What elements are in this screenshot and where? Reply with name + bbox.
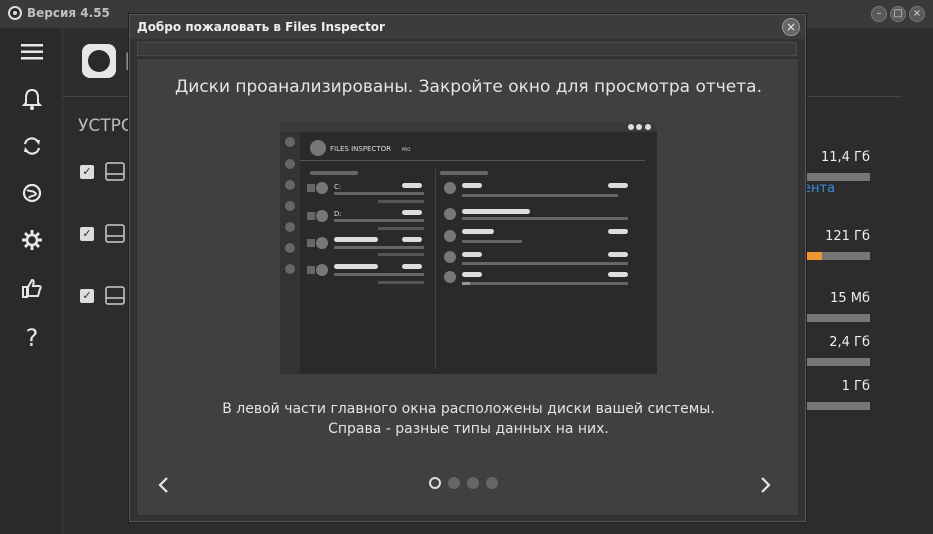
chevron-left-icon	[158, 477, 168, 493]
menu-icon[interactable]	[18, 38, 46, 66]
devices-section-title: УСТРС	[78, 116, 133, 136]
usage-bar	[802, 252, 870, 260]
chevron-right-icon	[761, 477, 771, 493]
page-dot[interactable]	[429, 477, 441, 489]
next-page-button[interactable]	[756, 473, 776, 497]
disk-checkbox[interactable]: ✓	[80, 227, 94, 241]
welcome-dialog: Добро пожаловать в Files Inspector × Дис…	[129, 14, 806, 522]
preview-drive-d: D:	[334, 210, 342, 218]
refresh-icon[interactable]	[18, 132, 46, 160]
dialog-close-button[interactable]: ×	[782, 18, 800, 36]
page-dot[interactable]	[448, 477, 460, 489]
globe-icon[interactable]	[18, 179, 46, 207]
help-icon[interactable]: ?	[18, 324, 46, 352]
preview-app-edition: PRO	[402, 147, 410, 152]
usage-bar	[802, 358, 870, 366]
close-window-button[interactable]: ×	[909, 6, 925, 22]
previous-page-button[interactable]	[153, 473, 173, 497]
usage-bar	[802, 314, 870, 322]
description-line: Справа - разные типы данных на них.	[328, 421, 609, 437]
details-link[interactable]: ента	[803, 181, 835, 196]
hard-drive-icon	[105, 286, 125, 305]
gear-icon[interactable]	[18, 226, 46, 254]
preview-app-name: FILES INSPECTOR	[330, 145, 391, 153]
page-dot[interactable]	[467, 477, 479, 489]
hard-drive-icon	[105, 224, 125, 243]
dialog-headline: Диски проанализированы. Закройте окно дл…	[175, 77, 762, 97]
usage-bar	[802, 173, 870, 181]
minimize-button[interactable]: –	[871, 6, 887, 22]
window-controls: – □ ×	[871, 6, 925, 22]
version-label: Версия 4.55	[27, 6, 110, 20]
disk-checkbox[interactable]: ✓	[80, 289, 94, 303]
dialog-title: Добро пожаловать в Files Inspector	[137, 20, 385, 34]
sidebar: ?	[0, 28, 63, 534]
main-app-logo-icon	[82, 44, 116, 78]
hard-drive-icon	[105, 162, 125, 181]
disk-row[interactable]: ✓	[80, 162, 126, 182]
description-line: В левой части главного окна расположены …	[222, 401, 715, 417]
thumbs-up-icon[interactable]	[18, 274, 46, 302]
app-logo-icon	[8, 6, 22, 20]
disk-row[interactable]: ✓	[80, 286, 126, 306]
app-preview-image: FILES INSPECTOR PRO C: D:	[280, 122, 657, 374]
bell-icon[interactable]	[18, 85, 46, 113]
disk-row[interactable]: ✓	[80, 224, 126, 244]
app-preview-illustration: FILES INSPECTOR PRO C: D:	[280, 122, 657, 374]
dialog-top-strip	[137, 42, 797, 56]
page-indicator	[429, 477, 498, 489]
dialog-header: Добро пожаловать в Files Inspector ×	[130, 15, 805, 39]
dialog-description: В левой части главного окна расположены …	[137, 399, 800, 439]
usage-bar	[802, 402, 870, 410]
maximize-button[interactable]: □	[890, 6, 906, 22]
dialog-body: Диски проанализированы. Закройте окно дл…	[136, 58, 799, 516]
page-dot[interactable]	[486, 477, 498, 489]
disk-checkbox[interactable]: ✓	[80, 165, 94, 179]
preview-drive-c: C:	[334, 183, 341, 191]
